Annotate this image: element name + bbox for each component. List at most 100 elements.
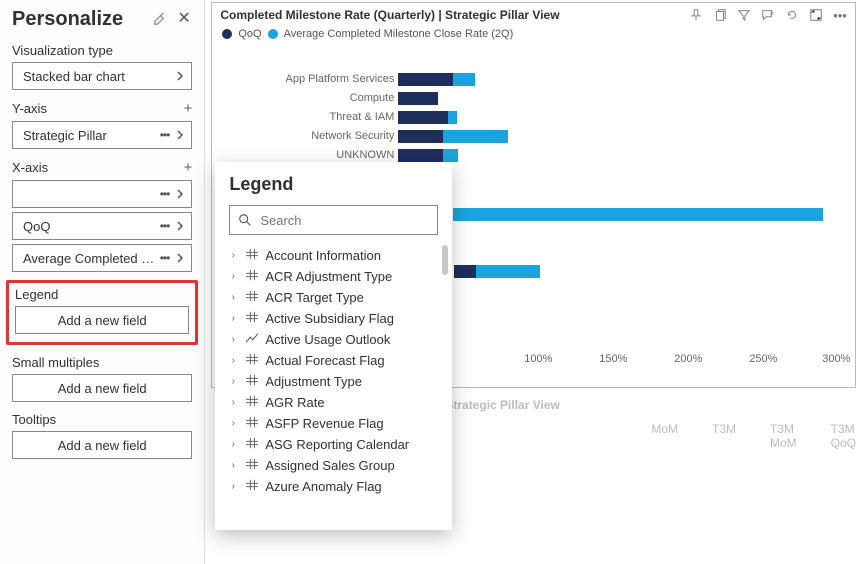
reset-icon[interactable] <box>783 6 801 24</box>
bar-segment[interactable] <box>398 149 443 162</box>
bar-segment[interactable] <box>398 111 448 124</box>
chevron-right-icon[interactable] <box>175 70 185 82</box>
y-category-label: Compute <box>350 92 395 104</box>
table-icon <box>245 416 259 431</box>
panel-title: Personalize <box>12 8 123 31</box>
ghost-col: T3M QoQ <box>831 422 856 450</box>
more-icon[interactable]: ••• <box>156 251 174 265</box>
field-tree-item[interactable]: › Active Usage Outlook <box>215 329 452 350</box>
chart-toolbar: ••• <box>687 6 849 24</box>
legend-label-1: QoQ <box>238 28 261 40</box>
field-name: Active Usage Outlook <box>265 332 390 347</box>
search-input-wrapper[interactable] <box>229 205 438 235</box>
legend-swatch-1 <box>222 29 232 39</box>
chevron-right-icon[interactable] <box>175 188 185 200</box>
eraser-icon[interactable] <box>152 11 167 29</box>
field-name: Actual Forecast Flag <box>265 353 384 368</box>
chevron-right-icon[interactable]: › <box>227 376 239 387</box>
panel-header: Personalize ✕ <box>12 8 192 31</box>
more-icon[interactable]: ••• <box>156 128 174 142</box>
copy-icon[interactable] <box>711 6 729 24</box>
x-axis-tick: 150% <box>599 353 627 365</box>
field-name: ACR Adjustment Type <box>265 269 392 284</box>
filter-icon[interactable] <box>735 6 753 24</box>
bar-segment[interactable] <box>453 208 823 221</box>
add-y-axis-button[interactable]: + <box>184 100 193 117</box>
bar-segment[interactable] <box>398 130 443 143</box>
chevron-right-icon[interactable]: › <box>227 439 239 450</box>
y-axis-field[interactable]: Strategic Pillar ••• <box>12 121 192 149</box>
more-icon[interactable]: ••• <box>156 187 174 201</box>
small-multiples-label: Small multiples <box>12 355 192 370</box>
field-tree-item[interactable]: › Account Information <box>215 245 452 266</box>
chevron-right-icon[interactable] <box>175 129 185 141</box>
bar-segment[interactable] <box>453 73 475 86</box>
chevron-right-icon[interactable]: › <box>227 355 239 366</box>
chevron-right-icon[interactable]: › <box>227 460 239 471</box>
field-name: Azure Anomaly Flag <box>265 479 381 494</box>
field-tree-item[interactable]: › Azure Anomaly Flag <box>215 476 452 497</box>
viz-type-label: Visualization type <box>12 43 192 58</box>
bar-segment[interactable] <box>398 92 438 105</box>
field-name: ASG Reporting Calendar <box>265 437 409 452</box>
legend-label-2: Average Completed Milestone Close Rate (… <box>284 28 514 40</box>
x-axis-field-3[interactable]: Average Completed … ••• <box>12 244 192 272</box>
bar-segment[interactable] <box>398 73 453 86</box>
field-name: ACR Target Type <box>265 290 364 305</box>
close-icon[interactable]: ✕ <box>177 11 192 26</box>
field-name: Account Information <box>265 248 381 263</box>
more-icon[interactable]: ••• <box>156 219 174 233</box>
y-category-label: UNKNOWN <box>336 149 394 161</box>
pin-icon[interactable] <box>687 6 705 24</box>
field-name: Assigned Sales Group <box>265 458 394 473</box>
chevron-right-icon[interactable]: › <box>227 271 239 282</box>
field-tree-item[interactable]: › ACR Target Type <box>215 287 452 308</box>
legend-field-picker: Legend › Account Information › ACR Adjustme… <box>215 162 452 530</box>
x-axis-field-1[interactable]: ••• <box>12 180 192 208</box>
tooltips-add-button[interactable]: Add a new field <box>12 431 192 459</box>
scrollbar-thumb[interactable] <box>442 245 448 275</box>
bar-segment[interactable] <box>476 265 540 278</box>
bar-segment[interactable] <box>454 265 476 278</box>
comment-icon[interactable] <box>759 6 777 24</box>
chevron-right-icon[interactable]: › <box>227 313 239 324</box>
popup-title: Legend <box>215 172 452 205</box>
ghost-col: MoM <box>651 422 678 450</box>
chevron-right-icon[interactable]: › <box>227 334 239 345</box>
field-tree[interactable]: › Account Information › ACR Adjustment Type… <box>215 243 452 528</box>
bar-segment[interactable] <box>443 130 508 143</box>
field-tree-item[interactable]: › ASG Reporting Calendar <box>215 434 452 455</box>
small-multiples-add-button[interactable]: Add a new field <box>12 374 192 402</box>
field-tree-item[interactable]: ›AGR Rate <box>215 392 452 413</box>
x-axis-field-2[interactable]: QoQ ••• <box>12 212 192 240</box>
bar-segment[interactable] <box>448 111 457 124</box>
table-icon <box>245 437 259 452</box>
chevron-right-icon[interactable]: › <box>227 397 239 408</box>
chevron-right-icon[interactable] <box>175 252 185 264</box>
field-tree-item[interactable]: › ACR Adjustment Type <box>215 266 452 287</box>
more-icon[interactable]: ••• <box>831 6 849 24</box>
focus-icon[interactable] <box>807 6 825 24</box>
ghost-col: T3M MoM <box>770 422 797 450</box>
chevron-right-icon[interactable]: › <box>227 481 239 492</box>
chevron-right-icon[interactable] <box>175 220 185 232</box>
legend-add-field-button[interactable]: Add a new field <box>15 306 189 334</box>
table-icon <box>245 248 259 263</box>
x-axis-tick: 100% <box>524 353 552 365</box>
field-tree-item[interactable]: › Assigned Sales Group <box>215 455 452 476</box>
chevron-right-icon[interactable]: › <box>227 418 239 429</box>
viz-type-field[interactable]: Stacked bar chart <box>12 62 192 90</box>
search-input[interactable] <box>260 213 436 228</box>
search-icon <box>238 213 252 227</box>
legend-swatch-2 <box>268 29 278 39</box>
field-tree-item[interactable]: › Actual Forecast Flag <box>215 350 452 371</box>
legend-section-highlight: Legend Add a new field <box>6 280 198 345</box>
field-tree-item[interactable]: ›Adjustment Type <box>215 371 452 392</box>
bar-segment[interactable] <box>443 149 458 162</box>
chevron-right-icon[interactable]: › <box>227 250 239 261</box>
chevron-right-icon[interactable]: › <box>227 292 239 303</box>
field-tree-item[interactable]: ›ASFP Revenue Flag <box>215 413 452 434</box>
add-x-axis-button[interactable]: + <box>184 159 193 176</box>
field-tree-item[interactable]: ›Active Subsidiary Flag <box>215 308 452 329</box>
x-axis-label: X-axis + <box>12 159 192 176</box>
